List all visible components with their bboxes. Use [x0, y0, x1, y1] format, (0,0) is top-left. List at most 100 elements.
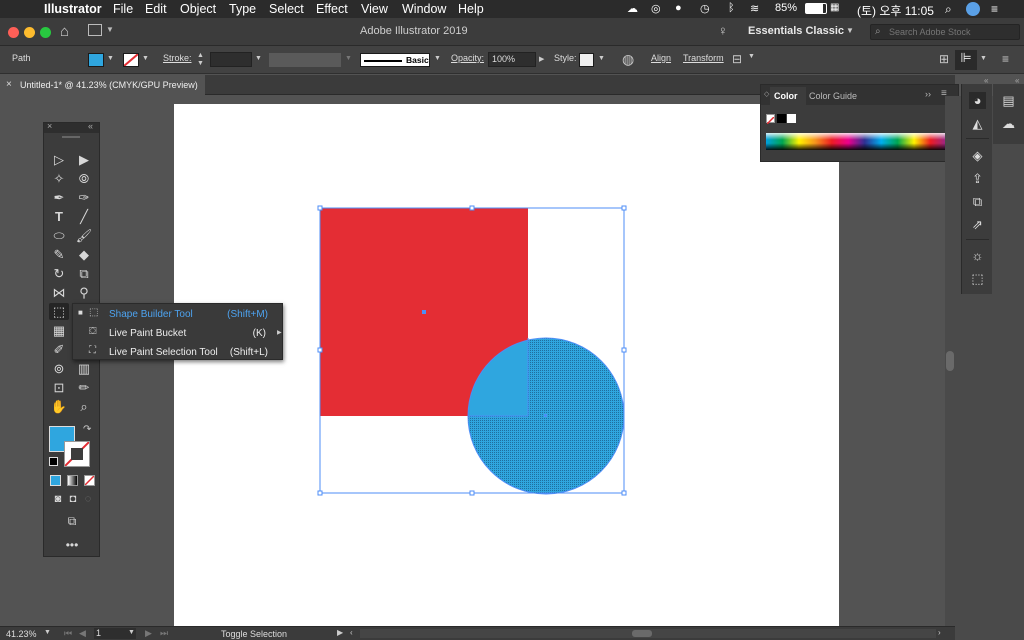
column-graph-icon[interactable]: ▥: [74, 360, 94, 377]
vertical-scrollbar[interactable]: [945, 96, 955, 626]
export-icon[interactable]: ⇗: [969, 216, 986, 233]
shape-builder-flyout: ■ ⬚ Shape Builder Tool (Shift+M) ⛋ Live …: [72, 303, 283, 360]
lasso-icon[interactable]: ⦾: [74, 170, 94, 187]
color-panel: ◇ Color Color Guide ›› ≡: [760, 84, 959, 162]
status-menu-icon[interactable]: ▶: [337, 628, 343, 637]
eraser-icon[interactable]: ◆: [74, 246, 94, 263]
next-artboard-icon[interactable]: ▶: [145, 628, 152, 639]
asset-export-icon[interactable]: ⇪: [969, 170, 986, 187]
swap-colors-icon[interactable]: ↷: [83, 424, 91, 435]
zoom-tool-icon[interactable]: ⌕: [74, 398, 94, 415]
drag-grip[interactable]: [62, 136, 80, 138]
hand-tool-icon[interactable]: ✋: [49, 398, 69, 415]
layers-icon[interactable]: ◈: [969, 147, 986, 164]
collapse-dock-icon[interactable]: «: [1015, 76, 1019, 85]
handle-bottom-right[interactable]: [621, 490, 627, 496]
color-panel-icon[interactable]: ◕: [969, 92, 986, 109]
slice-tool-icon[interactable]: ✏: [74, 379, 94, 396]
black-swatch[interactable]: [777, 114, 786, 123]
flyout-item-label: Live Paint Selection Tool: [109, 347, 218, 358]
gradient-mode-icon[interactable]: [67, 475, 78, 486]
white-swatch[interactable]: [787, 114, 796, 123]
flyout-item-live-paint-bucket[interactable]: ⛋ Live Paint Bucket (K) ▶: [73, 324, 282, 343]
flyout-item-shape-builder[interactable]: ■ ⬚ Shape Builder Tool (Shift+M): [73, 305, 282, 324]
curvature-tool-icon[interactable]: ✑: [74, 189, 94, 206]
handle-top-left[interactable]: [317, 205, 323, 211]
brightness-icon[interactable]: ☼: [969, 247, 986, 264]
expand-icon[interactable]: ››: [925, 89, 931, 99]
symbol-sprayer-icon[interactable]: ⊚: [49, 360, 69, 377]
close-icon[interactable]: ×: [47, 121, 52, 131]
screen-mode-icon[interactable]: ⧉: [62, 513, 82, 530]
flyout-item-live-paint-selection[interactable]: ⛶ Live Paint Selection Tool (Shift+L): [73, 343, 282, 362]
first-artboard-icon[interactable]: ⏮: [64, 628, 72, 639]
type-tool-icon[interactable]: T: [49, 208, 69, 225]
zoom-level[interactable]: 41.23%: [6, 629, 37, 639]
transform-panel-icon[interactable]: ⬚: [969, 270, 986, 287]
collapse-icon[interactable]: ◇: [764, 90, 769, 98]
chevron-down-icon[interactable]: ▼: [128, 629, 135, 636]
edit-toolbar-icon[interactable]: •••: [62, 537, 82, 554]
horizontal-scrollbar[interactable]: [360, 629, 936, 638]
line-tool-icon[interactable]: ╱: [74, 208, 94, 225]
shape-builder-tool-icon[interactable]: ⬚: [49, 303, 69, 320]
flyout-item-shortcut: (Shift+M): [227, 309, 268, 320]
stroke-color-swatch[interactable]: [64, 441, 90, 467]
flyout-item-shortcut: (Shift+L): [229, 347, 268, 358]
flyout-item-label: Shape Builder Tool: [109, 309, 193, 320]
perspective-grid-icon[interactable]: ▦: [49, 322, 69, 339]
magic-wand-icon[interactable]: ✧: [49, 170, 69, 187]
square-center-point: [422, 310, 426, 314]
handle-left[interactable]: [317, 347, 323, 353]
status-text[interactable]: Toggle Selection: [221, 629, 287, 639]
collapse-dock-icon[interactable]: «: [984, 76, 988, 85]
live-paint-bucket-icon: ⛋: [89, 326, 97, 337]
scroll-thumb[interactable]: [946, 351, 954, 371]
puppet-warp-icon[interactable]: ⚲: [74, 284, 94, 301]
rotate-tool-icon[interactable]: ↻: [49, 265, 69, 282]
handle-top[interactable]: [469, 205, 475, 211]
shaper-tool-icon[interactable]: ✎: [49, 246, 69, 263]
panel-dock-secondary: « ▤ ☁: [993, 76, 1024, 144]
last-artboard-icon[interactable]: ⏭: [160, 628, 168, 639]
libraries-icon[interactable]: ☁: [1000, 115, 1017, 132]
tools-panel-header[interactable]: × «: [44, 121, 99, 133]
scroll-left-icon[interactable]: ‹: [350, 628, 353, 637]
handle-bottom[interactable]: [469, 490, 475, 496]
selection-tool-icon[interactable]: ▶: [74, 151, 94, 168]
dock-divider: [966, 239, 989, 240]
artboard-tool-icon[interactable]: ⊡: [49, 379, 69, 396]
handle-bottom-left[interactable]: [317, 490, 323, 496]
properties-icon[interactable]: ▤: [1000, 92, 1017, 109]
tab-color[interactable]: Color: [770, 87, 806, 105]
eyedropper-icon[interactable]: ✐: [49, 341, 69, 358]
chevron-down-icon[interactable]: ▼: [44, 629, 51, 636]
tearoff-arrow-icon[interactable]: ▶: [277, 329, 282, 336]
pen-tool-icon[interactable]: ✒: [49, 189, 69, 206]
artboards-icon[interactable]: ⧉: [969, 193, 986, 210]
handle-top-right[interactable]: [621, 205, 627, 211]
color-spectrum[interactable]: [766, 133, 947, 150]
tab-color-guide[interactable]: Color Guide: [809, 91, 857, 101]
default-colors-icon[interactable]: [49, 457, 58, 466]
previous-artboard-icon[interactable]: ◀: [79, 628, 86, 639]
handle-right[interactable]: [621, 347, 627, 353]
collapse-icon[interactable]: «: [88, 121, 93, 131]
none-mode-icon[interactable]: [84, 475, 95, 486]
color-mode-icon[interactable]: [50, 475, 61, 486]
scroll-right-icon[interactable]: ›: [938, 628, 941, 637]
panel-dock: « ◕ ◭ ◈ ⇪ ⧉ ⇗ ☼ ⬚: [961, 76, 992, 294]
flyout-item-shortcut: (K): [252, 328, 266, 339]
direct-selection-tool-icon[interactable]: ▷: [49, 151, 69, 168]
color-guide-icon[interactable]: ◭: [969, 115, 986, 132]
ellipse-tool-icon[interactable]: ⬭: [49, 227, 69, 244]
width-tool-icon[interactable]: ⋈: [49, 284, 69, 301]
none-swatch[interactable]: [766, 114, 775, 125]
color-panel-header: ◇ Color Color Guide ›› ≡: [761, 85, 958, 105]
scroll-thumb[interactable]: [632, 630, 652, 637]
circle-center-point: [544, 414, 547, 417]
stroke-inner: [71, 448, 83, 460]
paintbrush-icon[interactable]: 🖌: [74, 227, 94, 244]
scale-tool-icon[interactable]: ⧉: [74, 265, 94, 282]
draw-inside-icon[interactable]: ◌: [78, 491, 98, 508]
